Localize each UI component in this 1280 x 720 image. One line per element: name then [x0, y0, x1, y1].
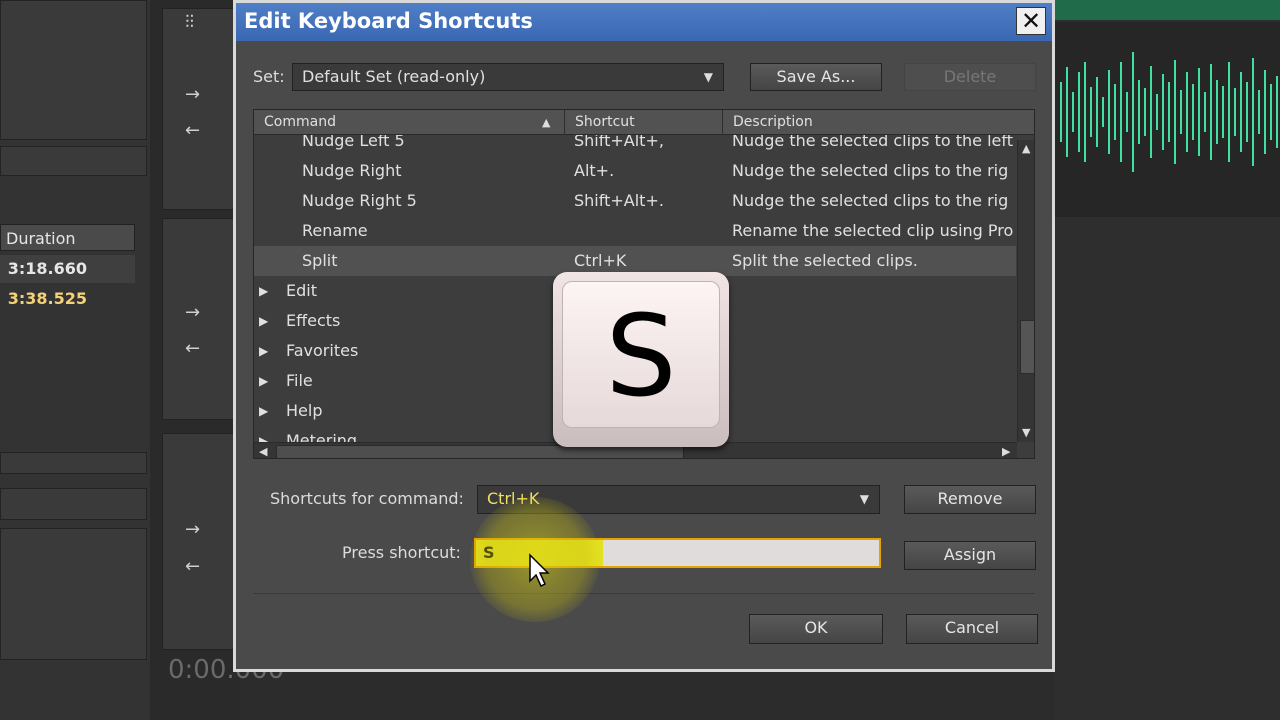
description-cell: Split the selected clips.: [732, 251, 918, 270]
delete-button[interactable]: Delete: [904, 63, 1036, 91]
expand-triangle-icon[interactable]: ▶: [259, 396, 268, 426]
scroll-right-icon[interactable]: ▶: [1002, 445, 1010, 458]
clip-header: [1055, 0, 1280, 20]
group-label: Effects: [286, 311, 341, 330]
track-header[interactable]: [162, 433, 244, 650]
dialog-title-bar[interactable]: Edit Keyboard Shortcuts ✕: [236, 3, 1052, 41]
description-cell: Nudge the selected clips to the rig: [732, 191, 1009, 210]
command-cell: Nudge Right 5: [302, 191, 417, 210]
output-arrow-icon[interactable]: ←: [185, 556, 200, 577]
waveform-graphic: [1060, 52, 1278, 172]
duration-cell[interactable]: 3:18.660: [0, 255, 135, 283]
column-header-shortcut[interactable]: Shortcut: [565, 110, 723, 134]
divider: [253, 593, 1035, 594]
set-dropdown[interactable]: Default Set (read-only) ▼: [292, 63, 724, 91]
scroll-left-icon[interactable]: ◀: [259, 445, 267, 458]
left-panel-header-2: [0, 488, 147, 520]
duration-cell[interactable]: 3:38.525: [0, 285, 135, 313]
column-header-command[interactable]: Command: [254, 110, 565, 134]
output-arrow-icon[interactable]: ←: [185, 120, 200, 141]
input-arrow-icon[interactable]: →: [185, 302, 200, 323]
left-panel-scrollbar[interactable]: [0, 452, 147, 474]
sort-ascending-icon: ▲: [542, 116, 551, 129]
expand-triangle-icon[interactable]: ▶: [259, 336, 268, 366]
remove-button[interactable]: Remove: [904, 485, 1036, 514]
assign-button[interactable]: Assign: [904, 541, 1036, 570]
duration-column-header[interactable]: Duration: [0, 224, 135, 251]
command-cell: Nudge Right: [302, 161, 402, 180]
scroll-thumb[interactable]: [1020, 320, 1034, 374]
description-cell: Rename the selected clip using Pro: [732, 221, 1014, 240]
track-header[interactable]: [162, 218, 244, 420]
left-panel: [0, 0, 150, 720]
output-arrow-icon[interactable]: ←: [185, 338, 200, 359]
group-label: File: [286, 371, 313, 390]
expand-triangle-icon[interactable]: ▶: [259, 306, 268, 336]
scroll-thumb[interactable]: [276, 445, 684, 458]
chevron-down-icon: ▼: [859, 492, 869, 506]
scroll-down-icon[interactable]: ▼: [1022, 426, 1030, 439]
command-cell: Split: [302, 251, 338, 270]
expand-triangle-icon[interactable]: ▶: [259, 276, 268, 306]
group-label: Edit: [286, 281, 317, 300]
dialog-title: Edit Keyboard Shortcuts: [244, 9, 533, 33]
vertical-scrollbar[interactable]: ▲ ▼: [1017, 140, 1034, 442]
waveform-icon: ⫶⫶: [185, 12, 194, 33]
key-cap-letter: S: [605, 292, 677, 422]
press-shortcut-label: Press shortcut:: [342, 543, 461, 562]
save-as-button[interactable]: Save As...: [750, 63, 882, 91]
shortcut-cell: Shift+Alt+.: [574, 191, 664, 210]
command-cell: Rename: [302, 221, 368, 240]
scroll-up-icon[interactable]: ▲: [1022, 142, 1030, 155]
expand-triangle-icon[interactable]: ▶: [259, 366, 268, 396]
waveform[interactable]: [1055, 22, 1280, 217]
track-header[interactable]: [162, 8, 244, 210]
left-panel-top: [0, 0, 147, 140]
keystroke-overlay: S: [553, 272, 729, 447]
mouse-pointer-icon: [529, 553, 550, 588]
left-panel-header: [0, 146, 147, 176]
set-label: Set:: [253, 67, 285, 86]
set-dropdown-value: Default Set (read-only): [302, 67, 486, 86]
input-arrow-icon[interactable]: →: [185, 519, 200, 540]
shortcut-cell: Alt+.: [574, 161, 615, 180]
column-header-description[interactable]: Description: [723, 110, 1034, 134]
table-row[interactable]: Nudge Right 5 Shift+Alt+. Nudge the sele…: [254, 186, 1016, 216]
cancel-button[interactable]: Cancel: [906, 614, 1038, 644]
left-panel-bottom: [0, 528, 147, 660]
description-cell: Nudge the selected clips to the rig: [732, 161, 1009, 180]
ok-button[interactable]: OK: [749, 614, 883, 644]
chevron-down-icon: ▼: [703, 70, 713, 84]
group-label: Help: [286, 401, 323, 420]
close-button[interactable]: ✕: [1016, 7, 1046, 35]
table-header-overlay: Command ▲ Shortcut Description: [254, 110, 1034, 135]
group-label: Favorites: [286, 341, 359, 360]
table-row[interactable]: Nudge Right Alt+. Nudge the selected cli…: [254, 156, 1016, 186]
shortcuts-for-command-label: Shortcuts for command:: [270, 489, 464, 508]
input-arrow-icon[interactable]: →: [185, 84, 200, 105]
table-row[interactable]: Rename Rename the selected clip using Pr…: [254, 216, 1016, 246]
